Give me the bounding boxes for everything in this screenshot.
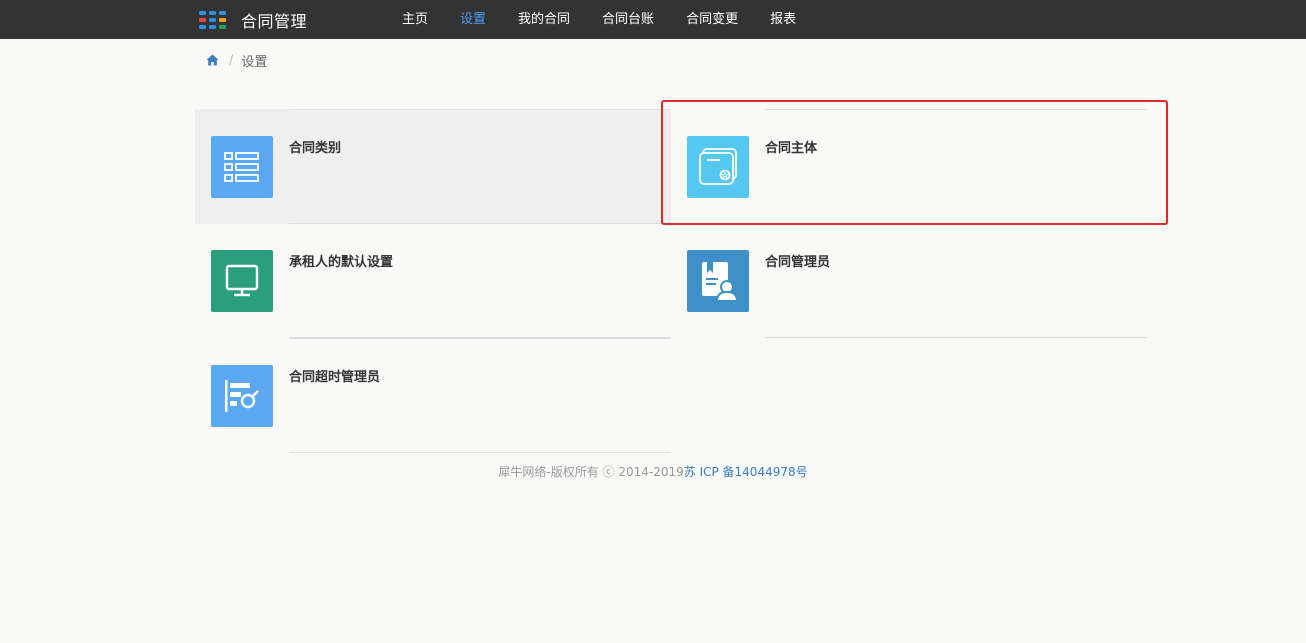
footer: 犀牛网络-版权所有 ⓒ 2014-2019苏 ICP 备14044978号 bbox=[0, 463, 1306, 480]
nav-item-my-contracts[interactable]: 我的合同 bbox=[502, 0, 586, 39]
nav-item-contract-ledger[interactable]: 合同台账 bbox=[586, 0, 670, 39]
brand[interactable]: 合同管理 bbox=[199, 9, 307, 31]
home-icon[interactable] bbox=[206, 54, 219, 66]
app-title: 合同管理 bbox=[241, 12, 308, 31]
card-contract-timeout-admin[interactable]: 合同超时管理员 bbox=[195, 338, 671, 453]
admin-badge-icon bbox=[687, 250, 749, 312]
divider bbox=[289, 338, 671, 339]
nav-item-settings[interactable]: 设置 bbox=[444, 0, 502, 39]
main-nav: 主页 设置 我的合同 合同台账 合同变更 报表 bbox=[386, 0, 812, 39]
card-title: 合同类别 bbox=[289, 141, 342, 156]
footer-copyright: 犀牛网络-版权所有 ⓒ 2014-2019 bbox=[498, 465, 684, 479]
card-title: 合同管理员 bbox=[765, 255, 831, 270]
list-icon bbox=[211, 136, 273, 198]
nav-item-contract-changes[interactable]: 合同变更 bbox=[670, 0, 754, 39]
breadcrumb-separator: / bbox=[229, 52, 234, 68]
app-logo-icon bbox=[199, 11, 229, 29]
card-contract-category[interactable]: 合同类别 bbox=[195, 109, 671, 224]
breadcrumb-current: 设置 bbox=[241, 54, 268, 70]
card-tenant-defaults[interactable]: 承租人的默认设置 bbox=[195, 223, 671, 338]
nav-item-home[interactable]: 主页 bbox=[386, 0, 444, 39]
footer-icp-link[interactable]: 苏 ICP 备14044978号 bbox=[684, 465, 808, 479]
card-title: 承租人的默认设置 bbox=[289, 255, 394, 270]
monitor-icon bbox=[211, 250, 273, 312]
divider bbox=[765, 337, 1147, 338]
card-contract-admin[interactable]: 合同管理员 bbox=[671, 223, 1147, 338]
nav-item-reports[interactable]: 报表 bbox=[754, 0, 812, 39]
divider bbox=[289, 452, 671, 453]
top-navbar: 合同管理 主页 设置 我的合同 合同台账 合同变更 报表 bbox=[0, 0, 1306, 39]
card-title: 合同超时管理员 bbox=[289, 370, 381, 385]
selection-highlight bbox=[661, 100, 1168, 225]
divider bbox=[289, 109, 671, 110]
breadcrumb: / 设置 bbox=[206, 51, 268, 70]
report-search-icon bbox=[211, 365, 273, 427]
